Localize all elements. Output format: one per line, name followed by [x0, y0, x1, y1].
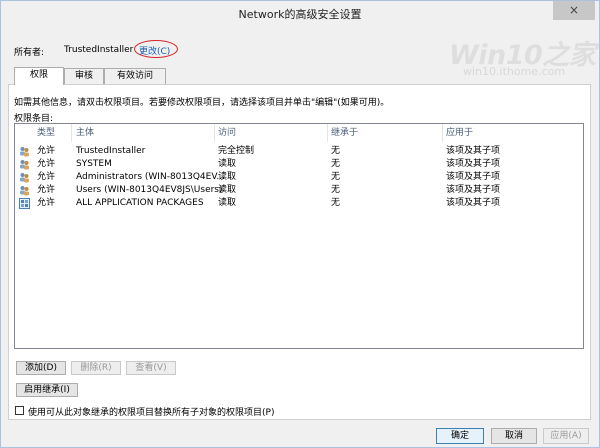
title-bar[interactable]: Network的高级安全设置 × [1, 1, 599, 27]
view-button[interactable]: 查看(V) [126, 361, 176, 375]
row-applies-to: 该项及其子项 [446, 146, 501, 156]
user-group-icon [20, 147, 29, 157]
column-divider[interactable] [214, 124, 215, 142]
row-principal: Administrators (WIN-8013Q4EV... [76, 172, 225, 182]
permission-entries-list[interactable]: 类型 主体 访问 继承于 应用于 允许 TrustedInstaller 完全控… [14, 123, 584, 349]
row-applies-to: 该项及其子项 [446, 159, 501, 169]
row-type: 允许 [37, 146, 56, 156]
security-settings-window: Network的高级安全设置 × Win10之家 win10.ithome.co… [0, 0, 600, 448]
row-inherited-from: 无 [331, 146, 341, 156]
row-type: 允许 [37, 185, 56, 195]
column-header-inherited-from[interactable]: 继承于 [331, 124, 358, 142]
row-inherited-from: 无 [331, 159, 341, 169]
row-principal: Users (WIN-8013Q4EV8JS\Users) [76, 185, 223, 195]
row-applies-to: 该项及其子项 [446, 172, 501, 182]
row-principal: ALL APPLICATION PACKAGES [76, 198, 204, 208]
row-applies-to: 该项及其子项 [446, 185, 501, 195]
row-inherited-from: 无 [331, 185, 341, 195]
row-inherited-from: 无 [331, 172, 341, 182]
replace-child-permissions-label[interactable]: 使用可从此对象继承的权限项目替换所有子对象的权限项目(P) [28, 405, 274, 418]
app-packages-icon [19, 198, 30, 209]
watermark-url: win10.ithome.com [463, 65, 566, 78]
user-group-icon [20, 173, 29, 183]
table-row[interactable]: 允许 Users (WIN-8013Q4EV8JS\Users) 读取 无 该项… [15, 184, 583, 197]
info-text: 如需其他信息，请双击权限项目。若要修改权限项目，请选择该项目并单击"编辑"(如果… [14, 98, 390, 108]
row-principal: TrustedInstaller [76, 146, 146, 156]
ok-button[interactable]: 确定 [436, 428, 484, 444]
remove-button[interactable]: 删除(R) [71, 361, 121, 375]
owner-label: 所有者: [14, 48, 45, 58]
row-access: 读取 [218, 172, 237, 182]
row-type: 允许 [37, 198, 56, 208]
table-row[interactable]: 允许 TrustedInstaller 完全控制 无 该项及其子项 [15, 145, 583, 158]
column-divider[interactable] [327, 124, 328, 142]
user-group-icon [20, 160, 29, 170]
tab-auditing[interactable]: 审核 [64, 68, 104, 84]
enable-inheritance-button[interactable]: 启用继承(I) [16, 383, 78, 397]
row-access: 读取 [218, 185, 237, 195]
change-owner-link-text[interactable]: 更改(C) [139, 44, 170, 57]
owner-value: TrustedInstaller [64, 45, 134, 55]
row-access: 完全控制 [218, 146, 255, 156]
tab-permissions[interactable]: 权限 [14, 67, 64, 85]
table-row[interactable]: 允许 ALL APPLICATION PACKAGES 读取 无 该项及其子项 [15, 197, 583, 210]
replace-child-permissions-checkbox[interactable] [15, 406, 24, 415]
row-applies-to: 该项及其子项 [446, 198, 501, 208]
column-header-applies-to[interactable]: 应用于 [446, 124, 473, 142]
column-divider[interactable] [442, 124, 443, 142]
table-row[interactable]: 允许 Administrators (WIN-8013Q4EV... 读取 无 … [15, 171, 583, 184]
close-button[interactable]: × [553, 1, 595, 20]
window-title: Network的高级安全设置 [238, 8, 362, 21]
column-divider[interactable] [71, 124, 72, 142]
row-principal: SYSTEM [76, 159, 112, 169]
table-row[interactable]: 允许 SYSTEM 读取 无 该项及其子项 [15, 158, 583, 171]
user-group-icon [20, 186, 29, 196]
add-button[interactable]: 添加(D) [16, 361, 66, 375]
cancel-button[interactable]: 取消 [491, 428, 537, 444]
apply-button[interactable]: 应用(A) [543, 428, 589, 444]
row-inherited-from: 无 [331, 198, 341, 208]
row-access: 读取 [218, 198, 237, 208]
row-access: 读取 [218, 159, 237, 169]
column-header-principal[interactable]: 主体 [76, 124, 94, 142]
column-header-type[interactable]: 类型 [37, 124, 55, 142]
row-type: 允许 [37, 159, 56, 169]
row-type: 允许 [37, 172, 56, 182]
tab-effective-access[interactable]: 有效访问 [104, 68, 166, 84]
change-owner-link[interactable]: 更改(C) [134, 40, 178, 58]
column-header-access[interactable]: 访问 [218, 124, 236, 142]
